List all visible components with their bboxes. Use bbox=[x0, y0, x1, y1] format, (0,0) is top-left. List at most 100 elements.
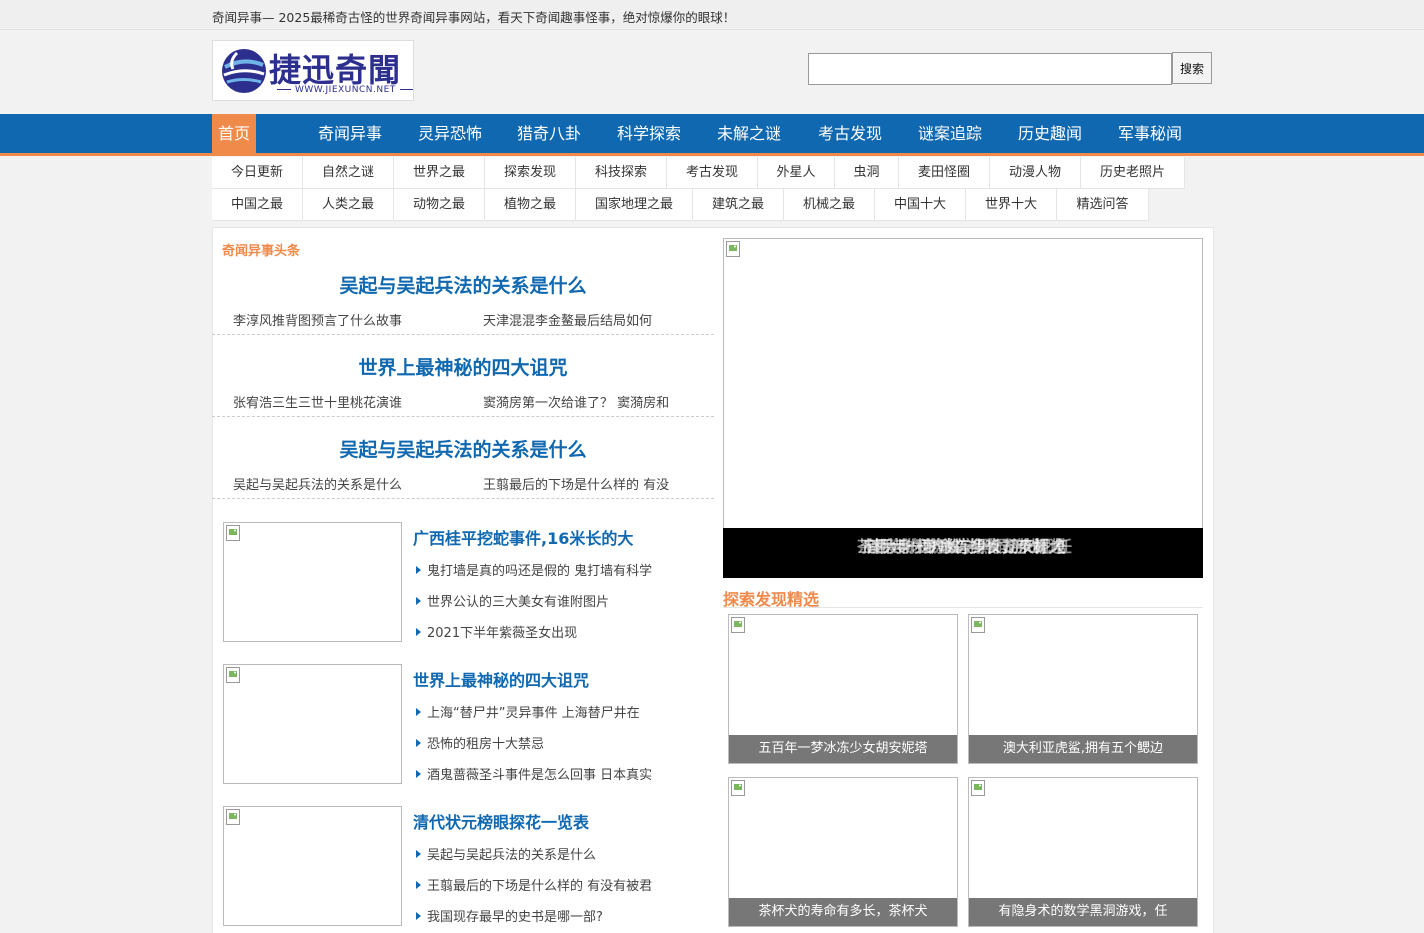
explore-tile[interactable]: 五百年一梦冰冻少女胡安妮塔 bbox=[728, 614, 958, 764]
article-link[interactable]: 我国现存最早的史书是哪一部? bbox=[416, 906, 603, 925]
explore-tile-caption: 有隐身术的数学黑洞游戏，任 bbox=[969, 898, 1197, 926]
subnav-item[interactable]: 外星人 bbox=[758, 157, 835, 189]
arrow-right-icon bbox=[416, 881, 421, 889]
logo-hands-icon bbox=[222, 49, 266, 93]
nav-item-junshi[interactable]: 军事秘闻 bbox=[1118, 114, 1182, 153]
logo-url: WWW.JIEXUNCN.NET bbox=[273, 85, 413, 95]
headline-sublink[interactable]: 吴起与吴起兵法的关系是什么 bbox=[233, 474, 402, 493]
broken-image-icon bbox=[731, 617, 745, 633]
article-link-text: 上海“替尸井”灵异事件 上海替尸井在 bbox=[427, 706, 640, 721]
arrow-right-icon bbox=[416, 850, 421, 858]
article-link-text: 我国现存最早的史书是哪一部? bbox=[427, 910, 603, 925]
subnav-item[interactable]: 动物之最 bbox=[394, 189, 485, 221]
article-thumbnail[interactable] bbox=[223, 522, 402, 642]
headline-sublink[interactable]: 李淳风推背图预言了什么故事 bbox=[233, 310, 402, 329]
article-link[interactable]: 鬼打墙是真的吗还是假的 鬼打墙有科学 bbox=[416, 560, 652, 579]
search-button[interactable]: 搜索 bbox=[1172, 52, 1212, 84]
sub-nav: 今日更新 自然之谜 世界之最 探索发现 科技探索 考古发现 外星人 虫洞 麦田怪… bbox=[212, 157, 1212, 221]
featured-slider[interactable] bbox=[723, 238, 1203, 578]
subnav-item[interactable]: 探索发现 bbox=[485, 157, 576, 189]
headlines-section-title: 奇闻异事头条 bbox=[222, 244, 301, 259]
headline-title[interactable]: 吴起与吴起兵法的关系是什么 bbox=[212, 435, 714, 462]
article-thumbnail[interactable] bbox=[223, 806, 402, 926]
article-title[interactable]: 世界上最神秘的四大诅咒 bbox=[413, 667, 589, 691]
broken-image-icon bbox=[971, 780, 985, 796]
article-title[interactable]: 清代状元榜眼探花一览表 bbox=[413, 809, 589, 833]
site-logo[interactable]: 捷迅奇聞 WWW.JIEXUNCN.NET bbox=[212, 40, 414, 101]
slider-caption: 五百年一梦冰冻少女胡安妮塔 澳大利亚虎鲨,拥有五个鳃边 茶杯犬的寿命有多长，茶杯… bbox=[723, 528, 1203, 578]
arrow-right-icon bbox=[416, 628, 421, 636]
subnav-item[interactable]: 中国之最 bbox=[212, 189, 303, 221]
subnav-item[interactable]: 人类之最 bbox=[303, 189, 394, 221]
nav-item-kexue[interactable]: 科学探索 bbox=[617, 114, 681, 153]
nav-item-mian[interactable]: 谜案追踪 bbox=[918, 114, 982, 153]
article-link[interactable]: 恐怖的租房十大禁忌 bbox=[416, 733, 544, 752]
subnav-item[interactable]: 中国十大 bbox=[875, 189, 966, 221]
article-link-text: 酒鬼蔷薇圣斗事件是怎么回事 日本真实 bbox=[427, 768, 653, 783]
broken-image-icon bbox=[226, 809, 240, 825]
subnav-item[interactable]: 自然之谜 bbox=[303, 157, 394, 189]
subnav-item[interactable]: 麦田怪圈 bbox=[899, 157, 990, 189]
divider bbox=[212, 334, 714, 335]
article-link[interactable]: 酒鬼蔷薇圣斗事件是怎么回事 日本真实 bbox=[416, 764, 652, 783]
site-tagline: 奇闻异事— 2025最稀奇古怪的世界奇闻异事网站，看天下奇闻趣事怪事，绝对惊爆你… bbox=[212, 10, 736, 25]
search-input[interactable] bbox=[808, 53, 1172, 85]
divider bbox=[723, 607, 1203, 608]
article-link[interactable]: 世界公认的三大美女有谁附图片 bbox=[416, 591, 609, 610]
article-link[interactable]: 上海“替尸井”灵异事件 上海替尸井在 bbox=[416, 702, 640, 721]
headline-title[interactable]: 世界上最神秘的四大诅咒 bbox=[212, 353, 714, 380]
subnav-item[interactable]: 机械之最 bbox=[784, 189, 875, 221]
subnav-item[interactable]: 动漫人物 bbox=[990, 157, 1081, 189]
main-nav: 首页 奇闻异事 灵异恐怖 猎奇八卦 科学探索 未解之谜 考古发现 谜案追踪 历史… bbox=[0, 114, 1424, 156]
nav-item-qiwen[interactable]: 奇闻异事 bbox=[318, 114, 382, 153]
nav-item-lieqi[interactable]: 猎奇八卦 bbox=[517, 114, 581, 153]
article-link-text: 世界公认的三大美女有谁附图片 bbox=[427, 595, 610, 610]
slider-caption-text: 有隐身术的数学黑洞游戏，任 bbox=[863, 537, 1072, 556]
broken-image-icon bbox=[226, 525, 240, 541]
explore-tile[interactable]: 有隐身术的数学黑洞游戏，任 bbox=[968, 777, 1198, 927]
broken-image-icon bbox=[726, 241, 740, 257]
explore-tile[interactable]: 茶杯犬的寿命有多长，茶杯犬 bbox=[728, 777, 958, 927]
article-link[interactable]: 2021下半年紫薇圣女出现 bbox=[416, 622, 577, 641]
headline-title[interactable]: 吴起与吴起兵法的关系是什么 bbox=[212, 271, 714, 298]
divider bbox=[212, 498, 714, 499]
top-bar: 奇闻异事— 2025最稀奇古怪的世界奇闻异事网站，看天下奇闻趣事怪事，绝对惊爆你… bbox=[0, 0, 1424, 30]
article-link-text: 鬼打墙是真的吗还是假的 鬼打墙有科学 bbox=[427, 564, 653, 579]
subnav-item[interactable]: 精选问答 bbox=[1057, 189, 1149, 221]
nav-item-lingyi[interactable]: 灵异恐怖 bbox=[418, 114, 482, 153]
headline-sublink[interactable]: 窦漪房第一次给谁了？ 窦漪房和 bbox=[483, 392, 669, 411]
subnav-item[interactable]: 考古发现 bbox=[667, 157, 758, 189]
subnav-item[interactable]: 世界十大 bbox=[966, 189, 1057, 221]
divider bbox=[212, 416, 714, 417]
nav-item-kaogu[interactable]: 考古发现 bbox=[818, 114, 882, 153]
subnav-item[interactable]: 植物之最 bbox=[485, 189, 576, 221]
nav-item-weijie[interactable]: 未解之谜 bbox=[717, 114, 781, 153]
headline-sublink[interactable]: 王翦最后的下场是什么样的 有没 bbox=[483, 474, 669, 493]
arrow-right-icon bbox=[416, 566, 421, 574]
subnav-item[interactable]: 科技探索 bbox=[576, 157, 667, 189]
headline-sublink[interactable]: 张宥浩三生三世十里桃花演谁 bbox=[233, 392, 402, 411]
subnav-item[interactable]: 今日更新 bbox=[212, 157, 303, 189]
article-link[interactable]: 王翦最后的下场是什么样的 有没有被君 bbox=[416, 875, 652, 894]
article-thumbnail[interactable] bbox=[223, 664, 402, 784]
article-link[interactable]: 吴起与吴起兵法的关系是什么 bbox=[416, 844, 596, 863]
subnav-item[interactable]: 国家地理之最 bbox=[576, 189, 693, 221]
nav-item-lishi[interactable]: 历史趣闻 bbox=[1018, 114, 1082, 153]
nav-item-home[interactable]: 首页 bbox=[212, 114, 256, 153]
explore-tile-caption: 五百年一梦冰冻少女胡安妮塔 bbox=[729, 735, 957, 763]
subnav-item[interactable]: 虫洞 bbox=[835, 157, 899, 189]
arrow-right-icon bbox=[416, 597, 421, 605]
broken-image-icon bbox=[226, 667, 240, 683]
article-title[interactable]: 广西桂平挖蛇事件,16米长的大 bbox=[413, 525, 633, 549]
subnav-item[interactable]: 世界之最 bbox=[394, 157, 485, 189]
broken-image-icon bbox=[971, 617, 985, 633]
explore-tile[interactable]: 澳大利亚虎鲨,拥有五个鳃边 bbox=[968, 614, 1198, 764]
broken-image-icon bbox=[731, 780, 745, 796]
arrow-right-icon bbox=[416, 708, 421, 716]
arrow-right-icon bbox=[416, 770, 421, 778]
subnav-item[interactable]: 建筑之最 bbox=[693, 189, 784, 221]
subnav-item[interactable]: 历史老照片 bbox=[1081, 157, 1185, 189]
explore-tile-caption: 茶杯犬的寿命有多长，茶杯犬 bbox=[729, 898, 957, 926]
headline-sublink[interactable]: 天津混混李金鳌最后结局如何 bbox=[483, 310, 652, 329]
explore-tile-caption: 澳大利亚虎鲨,拥有五个鳃边 bbox=[969, 735, 1197, 763]
